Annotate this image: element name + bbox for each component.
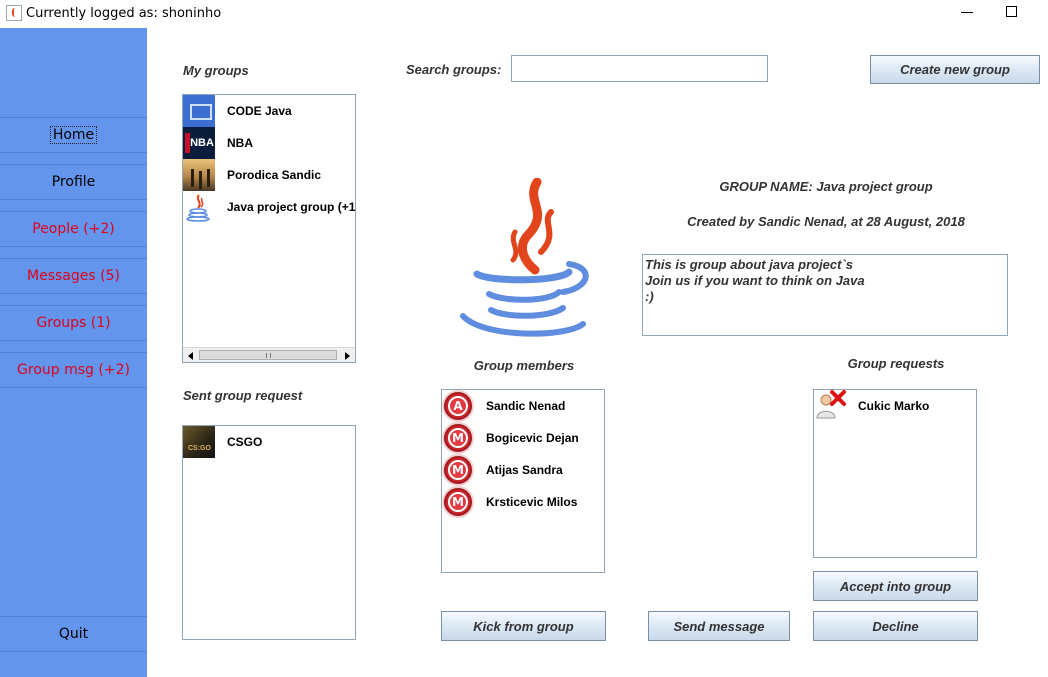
- list-item[interactable]: Porodica Sandic: [183, 159, 355, 191]
- java-logo-icon: [455, 177, 595, 343]
- sidebar-groups-button[interactable]: Groups (1): [0, 305, 147, 341]
- member-name: Bogicevic Dejan: [486, 431, 579, 445]
- requester-name: Cukic Marko: [858, 399, 930, 413]
- sidebar-profile-button[interactable]: Profile: [0, 164, 147, 200]
- my-groups-list[interactable]: CODE Java NBA NBA Porodica Sandic Java p…: [182, 94, 356, 363]
- group-name-line: GROUP NAME: Java project group: [719, 179, 933, 194]
- group-name: CSGO: [227, 435, 263, 449]
- description-line: :): [645, 289, 654, 304]
- group-created-line: Created by Sandic Nenad, at 28 August, 2…: [687, 214, 965, 229]
- nba-logo-icon: NBA: [183, 127, 215, 159]
- sent-requests-label: Sent group request: [183, 388, 303, 403]
- group-name: NBA: [227, 136, 253, 150]
- csgo-icon: [183, 426, 215, 458]
- member-badge-icon: M: [442, 422, 474, 454]
- list-item[interactable]: CODE Java: [183, 95, 355, 127]
- sidebar-home-label: Home: [49, 126, 98, 144]
- sidebar-group-msg-button[interactable]: Group msg (+2): [0, 352, 147, 388]
- group-name: CODE Java: [227, 104, 292, 118]
- list-item[interactable]: A Sandic Nenad: [442, 390, 604, 422]
- list-item[interactable]: Java project group (+1: [183, 191, 355, 223]
- family-photo-icon: [183, 159, 215, 191]
- member-name: Krsticevic Milos: [486, 495, 578, 509]
- member-badge-icon: M: [442, 486, 474, 518]
- sidebar-messages-button[interactable]: Messages (5): [0, 258, 147, 294]
- list-item[interactable]: CSGO: [183, 426, 355, 458]
- group-name: Porodica Sandic: [227, 168, 322, 182]
- member-name: Atijas Sandra: [486, 463, 563, 477]
- create-group-button[interactable]: Create new group: [870, 55, 1040, 84]
- minimize-icon[interactable]: [961, 12, 973, 13]
- window-title-bar: Currently logged as: shoninho: [0, 0, 1048, 28]
- kick-from-group-button[interactable]: Kick from group: [441, 611, 606, 641]
- group-description[interactable]: This is group about java project`s Join …: [642, 254, 1008, 336]
- sent-requests-list[interactable]: CSGO: [182, 425, 356, 640]
- list-item[interactable]: NBA NBA: [183, 127, 355, 159]
- decline-button[interactable]: Decline: [813, 611, 978, 641]
- scroll-right-icon[interactable]: [342, 350, 353, 361]
- group-members-list[interactable]: A Sandic Nenad M Bogicevic Dejan M Atija…: [441, 389, 605, 573]
- user-reject-icon: [814, 390, 848, 422]
- scroll-thumb[interactable]: [199, 350, 337, 360]
- group-requests-list[interactable]: Cukic Marko: [813, 389, 977, 558]
- group-requests-label: Group requests: [847, 356, 945, 371]
- admin-badge-icon: A: [442, 390, 474, 422]
- sidebar-quit-button[interactable]: Quit: [0, 616, 147, 652]
- scroll-left-icon[interactable]: [185, 350, 196, 361]
- list-item[interactable]: Cukic Marko: [814, 390, 976, 422]
- group-name: Java project group (+1: [227, 200, 356, 214]
- description-line: Join us if you want to think on Java: [645, 273, 865, 288]
- list-item[interactable]: M Krsticevic Milos: [442, 486, 604, 518]
- my-groups-scrollbar[interactable]: [183, 347, 355, 362]
- java-app-icon: [6, 5, 22, 21]
- my-groups-label: My groups: [183, 63, 249, 78]
- code-java-icon: [183, 95, 215, 127]
- group-members-label: Group members: [473, 358, 575, 373]
- search-input[interactable]: [511, 55, 768, 82]
- list-item[interactable]: M Bogicevic Dejan: [442, 422, 604, 454]
- window-title: Currently logged as: shoninho: [26, 6, 222, 21]
- accept-into-group-button[interactable]: Accept into group: [813, 571, 978, 601]
- description-line: This is group about java project`s: [645, 257, 854, 272]
- search-label: Search groups:: [406, 62, 502, 77]
- sidebar-home-button[interactable]: Home: [0, 117, 147, 153]
- sidebar: Home Profile People (+2) Messages (5) Gr…: [0, 28, 147, 677]
- list-item[interactable]: M Atijas Sandra: [442, 454, 604, 486]
- member-name: Sandic Nenad: [486, 399, 566, 413]
- java-logo-icon: [183, 191, 215, 223]
- maximize-icon[interactable]: [1006, 6, 1017, 17]
- sidebar-people-button[interactable]: People (+2): [0, 211, 147, 247]
- member-badge-icon: M: [442, 454, 474, 486]
- send-message-button[interactable]: Send message: [648, 611, 790, 641]
